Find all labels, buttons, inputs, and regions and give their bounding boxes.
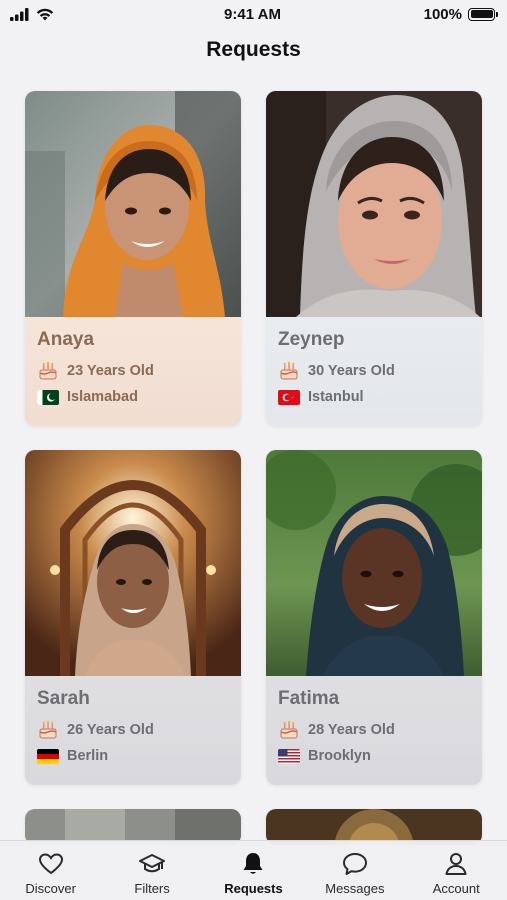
profile-photo: [266, 450, 482, 676]
tab-label: Discover: [25, 881, 76, 896]
profile-card[interactable]: Fatima 28 Years Old Brooklyn: [266, 450, 482, 785]
bell-icon: [243, 853, 263, 874]
profile-name: Zeynep: [278, 329, 345, 350]
profile-photo: [25, 91, 241, 317]
status-left: [10, 7, 130, 21]
birthday-cake-icon: [280, 720, 298, 739]
wifi-icon: [36, 8, 54, 20]
chat-bubble-icon: [342, 853, 367, 875]
usa-flag-icon: [278, 748, 300, 764]
status-time: 9:41 AM: [224, 5, 281, 23]
profile-city: Berlin: [67, 748, 109, 764]
profile-city-row: Brooklyn: [278, 748, 470, 764]
profile-name: Anaya: [37, 329, 95, 350]
turkey-flag-icon: [278, 389, 300, 405]
tab-label: Filters: [134, 881, 170, 896]
profile-photo: [266, 91, 482, 317]
tab-filters[interactable]: Filters: [107, 850, 197, 896]
tab-discover[interactable]: Discover: [6, 850, 96, 896]
status-bar: 9:41 AM 100%: [0, 0, 507, 28]
profile-info: Zeynep 30 Years Old Istanbul: [266, 317, 482, 426]
heart-icon: [38, 853, 63, 875]
profile-age-row: 28 Years Old: [278, 720, 470, 740]
birthday-cake-icon: [39, 361, 57, 380]
profile-name: Sarah: [37, 688, 90, 709]
profile-age: 26 Years Old: [67, 722, 154, 738]
profile-name: Fatima: [278, 688, 340, 709]
graduation-cap-icon: [139, 854, 166, 873]
profile-card[interactable]: Anaya 23 Years Old Islamabad: [25, 91, 241, 426]
tab-account[interactable]: Account: [411, 850, 501, 896]
profile-card[interactable]: Sarah 26 Years Old Berlin: [25, 450, 241, 785]
tab-messages[interactable]: Messages: [310, 850, 400, 896]
profile-age: 23 Years Old: [67, 363, 154, 379]
profile-info: Fatima 28 Years Old Brooklyn: [266, 676, 482, 785]
tab-label: Requests: [224, 881, 283, 896]
profile-city: Brooklyn: [308, 748, 371, 764]
tab-label: Account: [432, 881, 480, 896]
tab-bar: Discover Filters Requests Messages Accou…: [0, 840, 507, 900]
battery-icon: [468, 7, 498, 21]
birthday-cake-icon: [280, 361, 298, 380]
page-title: Requests: [206, 38, 301, 61]
profile-city-row: Istanbul: [278, 389, 470, 405]
profile-photo: [25, 450, 241, 676]
profile-city: Istanbul: [308, 389, 364, 405]
tab-label: Messages: [325, 881, 385, 896]
profile-age-row: 30 Years Old: [278, 361, 470, 381]
requests-grid: Anaya 23 Years Old Islamabad Zeynep 30 Y…: [25, 91, 483, 845]
profile-info: Anaya 23 Years Old Islamabad: [25, 317, 241, 426]
profile-age: 30 Years Old: [308, 363, 395, 379]
profile-age: 28 Years Old: [308, 722, 395, 738]
profile-city-row: Berlin: [37, 748, 229, 764]
profile-age-row: 26 Years Old: [37, 720, 229, 740]
profile-card[interactable]: Zeynep 30 Years Old Istanbul: [266, 91, 482, 426]
birthday-cake-icon: [39, 720, 57, 739]
profile-info: Sarah 26 Years Old Berlin: [25, 676, 241, 785]
profile-city: Islamabad: [67, 389, 138, 405]
status-right: 100%: [375, 5, 498, 23]
profile-age-row: 23 Years Old: [37, 361, 229, 381]
pakistan-flag-icon: [37, 389, 59, 405]
profile-city-row: Islamabad: [37, 389, 229, 405]
signal-icon: [10, 7, 29, 21]
tab-requests[interactable]: Requests: [208, 850, 298, 896]
battery-percent: 100%: [423, 5, 462, 23]
germany-flag-icon: [37, 748, 59, 764]
person-icon: [445, 853, 467, 875]
